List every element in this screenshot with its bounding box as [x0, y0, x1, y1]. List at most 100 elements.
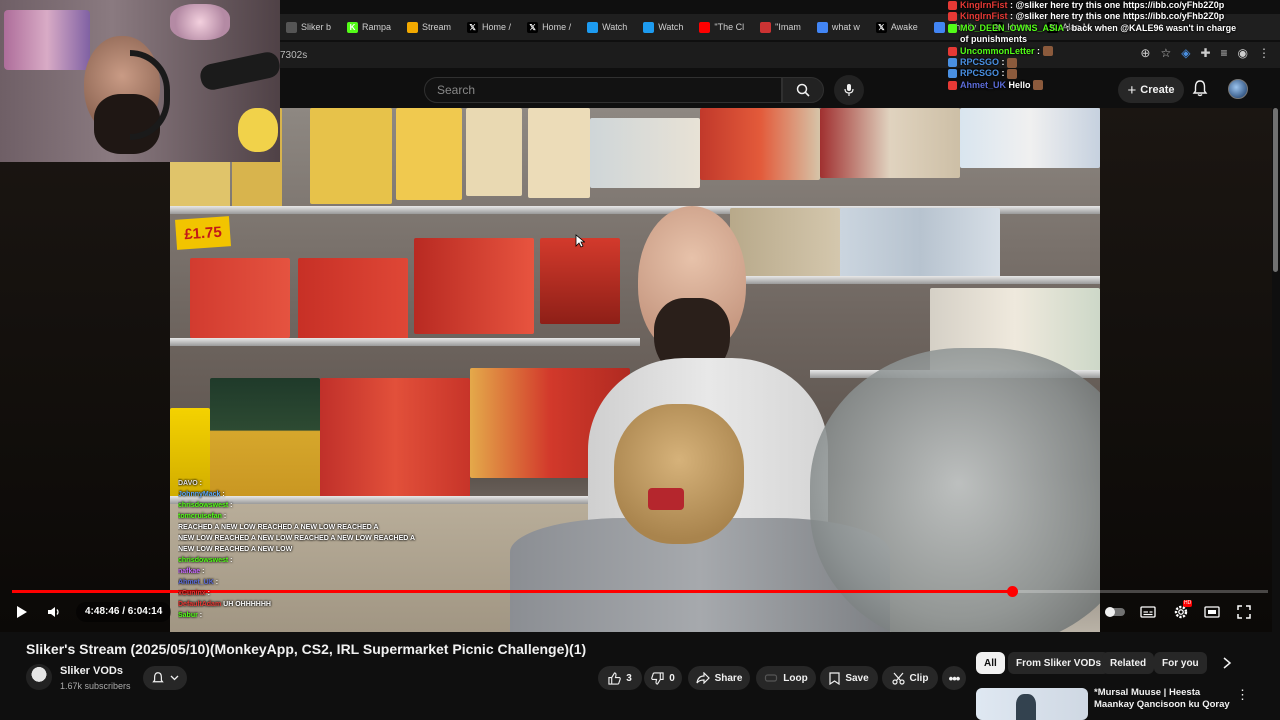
- rice-bag: [730, 208, 840, 278]
- browser-tab-label: Watch: [602, 22, 628, 32]
- play-button[interactable]: [12, 602, 32, 622]
- chat-message-body: Ahmet_UK Hello: [960, 79, 1044, 91]
- chat-username: Sabur: [178, 612, 198, 619]
- browser-tab[interactable]: Watch: [637, 16, 693, 38]
- volume-button[interactable]: [44, 602, 64, 622]
- x-icon: 𝕏: [467, 21, 479, 33]
- share-button[interactable]: Share: [688, 666, 750, 690]
- subscriber-count: 1.67k subscribers: [60, 681, 131, 691]
- browser-tab[interactable]: Sliker b: [280, 16, 341, 38]
- chip-related[interactable]: Related: [1102, 652, 1155, 674]
- browser-tab[interactable]: Stream: [401, 16, 461, 38]
- browser-tab[interactable]: 𝕏 Home /: [521, 16, 581, 38]
- search-button[interactable]: [782, 77, 824, 103]
- chip-all[interactable]: All: [976, 652, 1005, 674]
- video-title: Sliker's Stream (2025/05/10)(MonkeyApp, …: [26, 641, 587, 657]
- related-video-title[interactable]: *Mursal Muuse | Heesta Maankay Qancisoon…: [1094, 687, 1234, 711]
- chat-message-body: KingIrnFist : @sliker here try this one …: [960, 0, 1224, 11]
- like-button[interactable]: 3: [598, 666, 642, 690]
- chevron-right-icon[interactable]: [1222, 657, 1232, 669]
- browser-tab-label: Stream: [422, 22, 452, 32]
- chat-text: :: [205, 590, 210, 597]
- chat-username: MO_DEEN_OWNS_ASIA: [960, 22, 1064, 33]
- sakthi-package: [540, 238, 620, 324]
- theater-mode-button[interactable]: [1202, 602, 1222, 622]
- autoplay-toggle[interactable]: [1104, 602, 1126, 622]
- player-left-backdrop: [0, 108, 170, 632]
- channel-avatar[interactable]: [26, 664, 52, 690]
- chat-text: Hello: [1006, 79, 1034, 90]
- related-video-thumbnail[interactable]: [976, 688, 1088, 720]
- chat-username: RPCSGO: [960, 57, 1000, 68]
- chat-text: :: [228, 557, 233, 564]
- chat-username: DAVO: [178, 480, 198, 487]
- browser-tab[interactable]: K Rampa: [341, 16, 401, 38]
- browser-tab-label: Rampa: [362, 22, 392, 32]
- chat-message: DefaultAdam UH OHHHHHH: [178, 599, 478, 610]
- subscription-bell-button[interactable]: [143, 666, 187, 690]
- chat-username: nafkae: [178, 568, 201, 575]
- scrollbar-thumb[interactable]: [1273, 108, 1278, 272]
- chat-badge-icon: [948, 58, 957, 68]
- browser-tab[interactable]: 𝕏 Home /: [461, 16, 521, 38]
- voice-search-button[interactable]: [834, 75, 864, 105]
- screen: Sliker b K Rampa Stream 𝕏 Home / 𝕏 Home / Watch W…: [0, 0, 1280, 720]
- chat-text: :: [197, 612, 203, 619]
- fullscreen-button[interactable]: [1234, 602, 1254, 622]
- chat-message: KingIrnFist : @sliker here try this one …: [948, 11, 1240, 22]
- loop-button[interactable]: Loop: [756, 666, 816, 690]
- chat-overlay-top: KingIrnFist : @sliker here try this one …: [948, 0, 1240, 122]
- teddy-bow: [648, 488, 684, 510]
- subtitles-button[interactable]: [1138, 602, 1158, 622]
- dislike-button[interactable]: 0: [644, 666, 682, 690]
- browser-menu-icon[interactable]: ⋮: [1258, 46, 1270, 60]
- more-actions-button[interactable]: •••: [942, 666, 966, 690]
- watch-icon: [643, 21, 655, 33]
- chat-message: REACHED A NEW LOW REACHED A NEW LOW REAC…: [178, 522, 478, 533]
- progress-scrubber[interactable]: [1006, 586, 1018, 597]
- play-icon: [17, 606, 27, 618]
- gram-flour-package: [310, 108, 392, 204]
- search-icon: [796, 83, 810, 97]
- rice-bag: [840, 208, 1000, 278]
- youtube-icon: [699, 21, 711, 33]
- settings-button[interactable]: HD: [1170, 600, 1193, 622]
- chat-emote-icon: [1007, 57, 1018, 68]
- browser-tab[interactable]: "Imam: [754, 16, 811, 38]
- search-input[interactable]: Search: [424, 77, 782, 103]
- chat-username: JohnnyMack: [178, 491, 221, 498]
- snack-package: [820, 108, 960, 178]
- channel-name[interactable]: Sliker VODs: [60, 665, 123, 677]
- browser-tab-label: "Imam: [775, 22, 801, 32]
- browser-tab[interactable]: 𝕏 Awake: [870, 16, 928, 38]
- chat-message: Ahmet_UK :: [178, 577, 478, 588]
- browser-tab[interactable]: Watch: [581, 16, 637, 38]
- snack-package: [590, 118, 700, 188]
- browser-tab[interactable]: "The Cl: [693, 16, 754, 38]
- chat-text: :: [999, 68, 1008, 79]
- theater-mode-icon: [1204, 606, 1220, 618]
- related-video-menu-icon[interactable]: ⋮: [1236, 687, 1249, 703]
- chat-message: nafkae :: [178, 566, 478, 577]
- save-button[interactable]: Save: [820, 666, 878, 690]
- chip-for-you[interactable]: For you: [1154, 652, 1207, 674]
- browser-tab[interactable]: what w: [811, 16, 870, 38]
- chat-emote-icon: [1042, 46, 1053, 57]
- share-label: Share: [714, 672, 743, 684]
- chat-text: :: [213, 579, 219, 586]
- browser-tab-label: Home /: [542, 22, 572, 32]
- chat-message-body: RPCSGO :: [960, 57, 1018, 68]
- stats-icon: [407, 21, 419, 33]
- google-icon: [816, 21, 828, 33]
- webcam-pikachu-plush: [238, 108, 278, 152]
- chat-message-body: KingIrnFist : @sliker here try this one …: [960, 11, 1224, 22]
- chat-username: chrisdowswest: [178, 502, 229, 509]
- watch-icon: [587, 21, 599, 33]
- chip-from-channel[interactable]: From Sliker VODs: [1008, 652, 1110, 674]
- browser-tab-label: Awake: [890, 22, 918, 32]
- clip-button[interactable]: Clip: [882, 666, 938, 690]
- chat-badge-icon: [948, 80, 957, 90]
- chat-emote-icon: [1007, 69, 1018, 80]
- x-icon: 𝕏: [875, 21, 887, 33]
- browser-tab-label: Sliker b: [301, 22, 332, 32]
